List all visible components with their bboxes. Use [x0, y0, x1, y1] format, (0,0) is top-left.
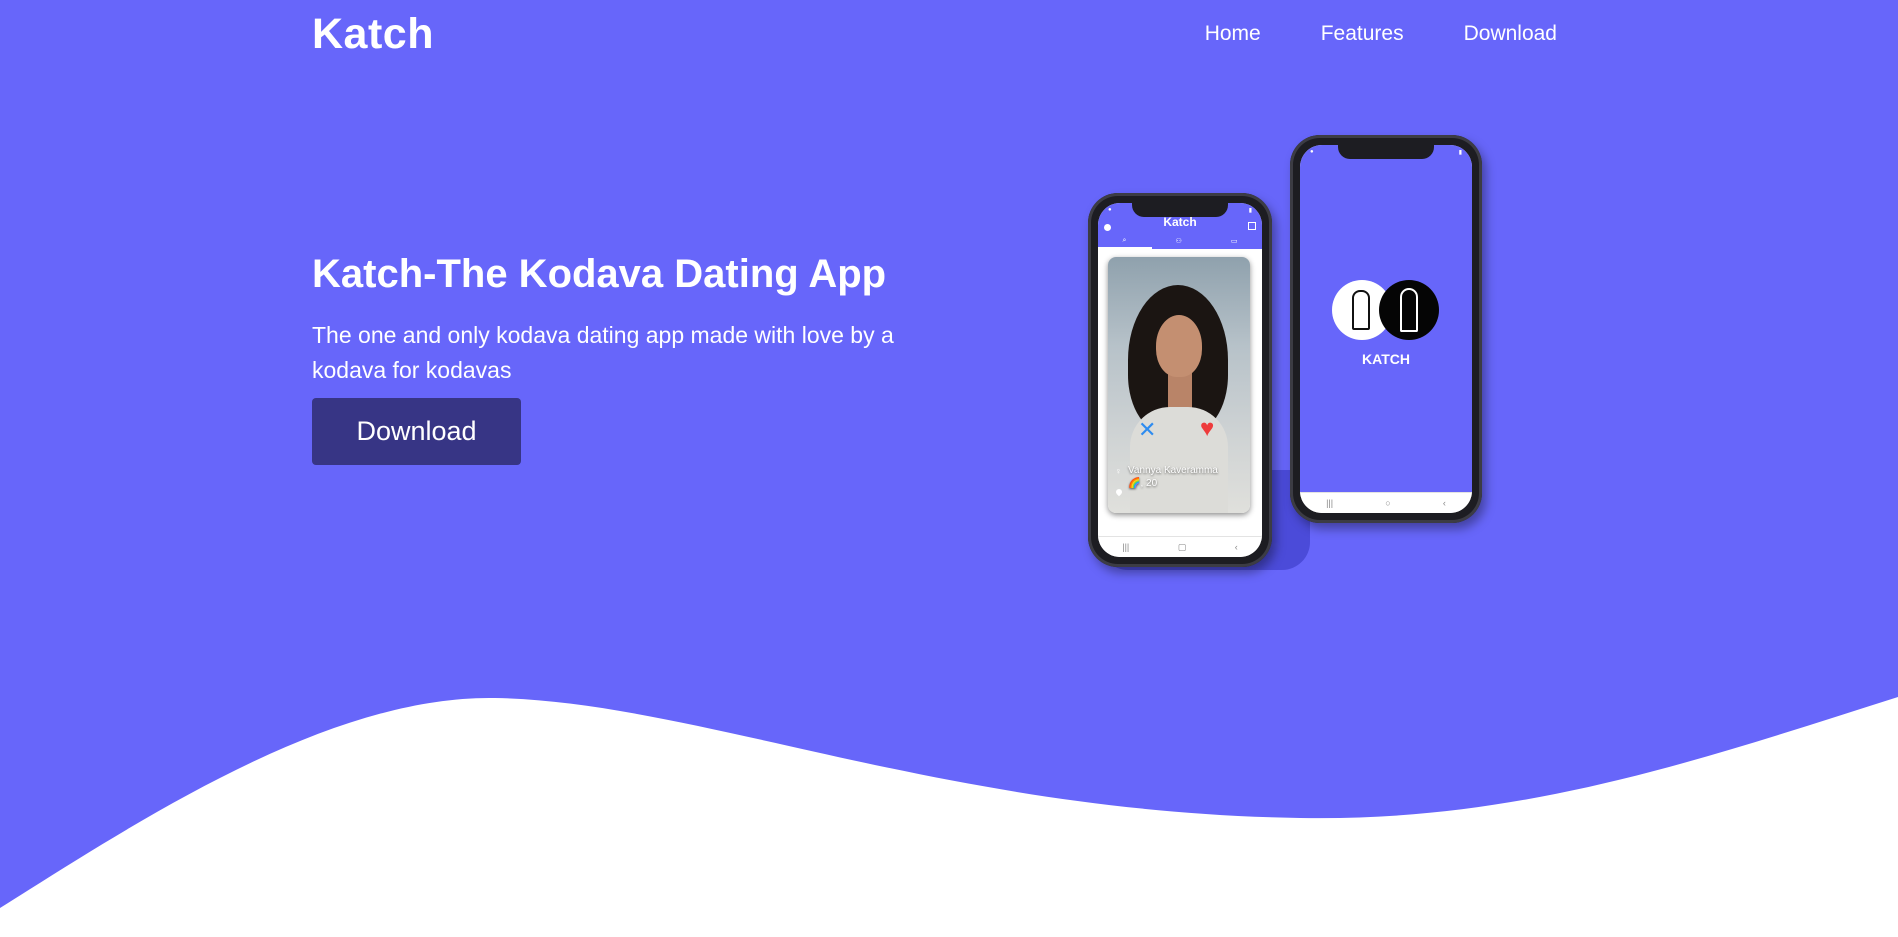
- back-icon: ‹: [1442, 498, 1446, 508]
- chat-icon: ▭: [1230, 238, 1238, 245]
- wave-divider: [0, 697, 1898, 937]
- location-pin-icon: [1114, 487, 1124, 497]
- hero-subtitle: The one and only kodava dating app made …: [312, 322, 894, 383]
- app-title: Katch: [1163, 215, 1197, 229]
- hero-title: Katch-The Kodava Dating App: [312, 252, 887, 296]
- profile-age: 🌈, 20: [1128, 478, 1158, 489]
- profile-card: ✕ ♥ ♀ Vannya Kaveramma 🌈, 20: [1108, 257, 1250, 513]
- nav-home[interactable]: Home: [1205, 22, 1261, 46]
- people-icon: ⚇: [1175, 238, 1182, 245]
- close-icon: ✕: [1138, 417, 1157, 442]
- phone-notch: [1132, 203, 1228, 217]
- phone-screen-left: ● ▮ Katch ⌕ ⚇ ▭ ✕ ♥ ♀ Vannya Kaveramma 🌈…: [1098, 203, 1262, 557]
- man-figure-icon: [1352, 290, 1370, 330]
- phone-notch: [1338, 145, 1434, 159]
- profile-name: Vannya Kaveramma: [1128, 465, 1218, 476]
- search-icon: ⌕: [1122, 237, 1127, 244]
- nav-download[interactable]: Download: [1464, 22, 1557, 46]
- brand-logo[interactable]: Katch: [312, 10, 434, 59]
- main-nav: Home Features Download: [1205, 22, 1557, 46]
- heart-icon: ♥: [1200, 415, 1215, 442]
- phone-mockup-right: ● ▮ KATCH ||| ○ ‹: [1290, 135, 1482, 523]
- back-icon: ‹: [1234, 542, 1238, 552]
- download-button[interactable]: Download: [312, 398, 521, 465]
- recents-icon: |||: [1326, 498, 1334, 508]
- home-icon: ▢: [1177, 541, 1187, 552]
- exit-icon: [1248, 222, 1256, 230]
- phone-mockup-left: ● ▮ Katch ⌕ ⚇ ▭ ✕ ♥ ♀ Vannya Kaveramma 🌈…: [1088, 193, 1272, 567]
- gender-icon: ♀: [1115, 466, 1122, 476]
- katch-logo: [1332, 280, 1442, 344]
- logo-text: KATCH: [1362, 351, 1410, 367]
- hero-section: Katch Home Features Download Katch-The K…: [0, 0, 1898, 937]
- tab-indicator: [1098, 247, 1152, 249]
- nav-features[interactable]: Features: [1321, 22, 1404, 46]
- system-nav-bar: ||| ○ ‹: [1300, 492, 1472, 513]
- home-icon: ○: [1385, 498, 1391, 508]
- system-nav-bar: ||| ▢ ‹: [1098, 536, 1262, 557]
- woman-figure-icon: [1400, 288, 1418, 332]
- phone-screen-right: ● ▮ KATCH ||| ○ ‹: [1300, 145, 1472, 513]
- recents-icon: |||: [1122, 542, 1130, 552]
- photo-face: [1156, 315, 1202, 377]
